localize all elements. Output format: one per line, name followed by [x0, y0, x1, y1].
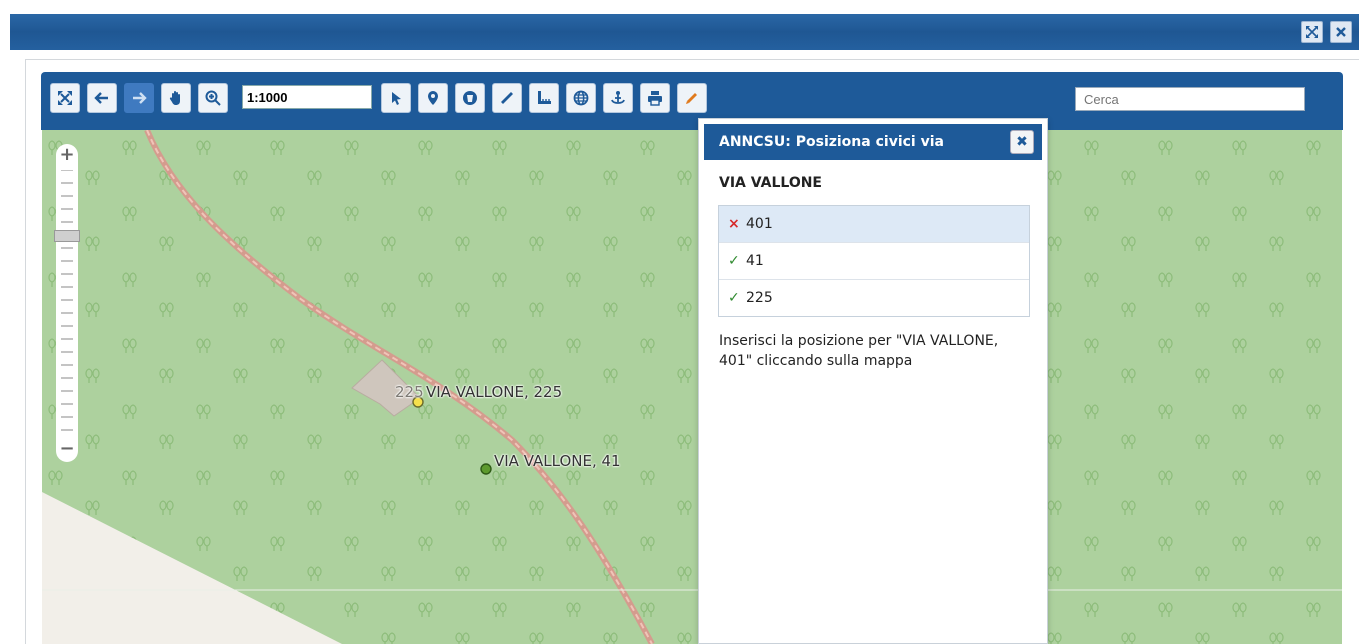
- civico-number: 225: [746, 290, 773, 306]
- globe-button[interactable]: [566, 83, 596, 113]
- check-icon: ✓: [728, 253, 740, 269]
- map-label-41: VIA VALLONE, 41: [494, 452, 621, 470]
- map-background: [42, 130, 1342, 644]
- close-icon: ✖: [1016, 134, 1028, 150]
- civici-list: × 401 ✓ 41 ✓ 225: [718, 205, 1030, 317]
- list-item[interactable]: × 401: [719, 206, 1029, 243]
- map-marker-icon: [428, 91, 438, 105]
- pan-button[interactable]: [161, 83, 191, 113]
- zoom-minus-button[interactable]: −: [58, 440, 76, 459]
- select-button[interactable]: [381, 83, 411, 113]
- close-icon: [1336, 27, 1346, 37]
- civico-number: 401: [746, 216, 773, 232]
- civici-dialog: ANNCSU: Posiziona civici via ✖ VIA VALLO…: [698, 118, 1048, 644]
- marker-button[interactable]: [418, 83, 448, 113]
- zoom-in-icon: [205, 90, 221, 106]
- instructions-text: Inserisci la posizione per "VIA VALLONE,…: [719, 333, 999, 369]
- close-window-button[interactable]: [1330, 21, 1352, 43]
- check-icon: ✓: [728, 290, 740, 306]
- layers-icon: [463, 91, 477, 105]
- zoom-plus-button[interactable]: +: [58, 146, 76, 164]
- street-name: VIA VALLONE: [719, 175, 822, 191]
- edit-button[interactable]: [677, 83, 707, 113]
- dialog-title: ANNCSU: Posiziona civici via: [719, 134, 944, 150]
- pointer-icon: [392, 92, 401, 105]
- print-icon: [648, 91, 662, 106]
- back-button[interactable]: [87, 83, 117, 113]
- map-label-225: VIA VALLONE, 225: [426, 383, 563, 401]
- building-number: 225: [395, 383, 424, 401]
- print-button[interactable]: [640, 83, 670, 113]
- forward-button[interactable]: [124, 83, 154, 113]
- arrow-left-icon: [94, 92, 108, 104]
- civico-number: 41: [746, 253, 764, 269]
- scale-input[interactable]: [242, 85, 372, 109]
- arrow-right-icon: [133, 92, 147, 104]
- ruler-icon: [501, 92, 513, 104]
- hand-pan-icon: [169, 91, 180, 105]
- dialog-close-button[interactable]: ✖: [1010, 130, 1034, 154]
- measure-line-button[interactable]: [492, 83, 522, 113]
- maximize-button[interactable]: [1301, 21, 1323, 43]
- globe-icon: [573, 90, 589, 106]
- zoom-ticks: [61, 170, 73, 431]
- fullscreen-button[interactable]: [50, 83, 80, 113]
- map-canvas[interactable]: 225 VIA VALLONE, 225 VIA VALLONE, 41 + −: [42, 130, 1342, 644]
- address-point: [480, 463, 492, 475]
- dialog-header: ANNCSU: Posiziona civici via ✖: [704, 124, 1042, 160]
- anchor-icon: [611, 91, 625, 104]
- list-item[interactable]: ✓ 225: [719, 280, 1029, 316]
- missing-icon: ×: [728, 216, 740, 232]
- layers-button[interactable]: [455, 83, 485, 113]
- zoom-thumb[interactable]: [54, 230, 80, 242]
- pencil-icon: [686, 93, 697, 104]
- map-toolbar: [41, 72, 1343, 130]
- zoom-in-button[interactable]: [198, 83, 228, 113]
- measure-area-icon: [538, 91, 551, 104]
- maximize-icon: [1306, 26, 1318, 38]
- window-title-bar: [10, 14, 1359, 50]
- measure-area-button[interactable]: [529, 83, 559, 113]
- zoom-slider[interactable]: + −: [54, 144, 80, 462]
- fullscreen-icon: [58, 91, 72, 105]
- list-item[interactable]: ✓ 41: [719, 243, 1029, 280]
- locate-button[interactable]: [603, 83, 633, 113]
- search-input[interactable]: [1075, 87, 1305, 111]
